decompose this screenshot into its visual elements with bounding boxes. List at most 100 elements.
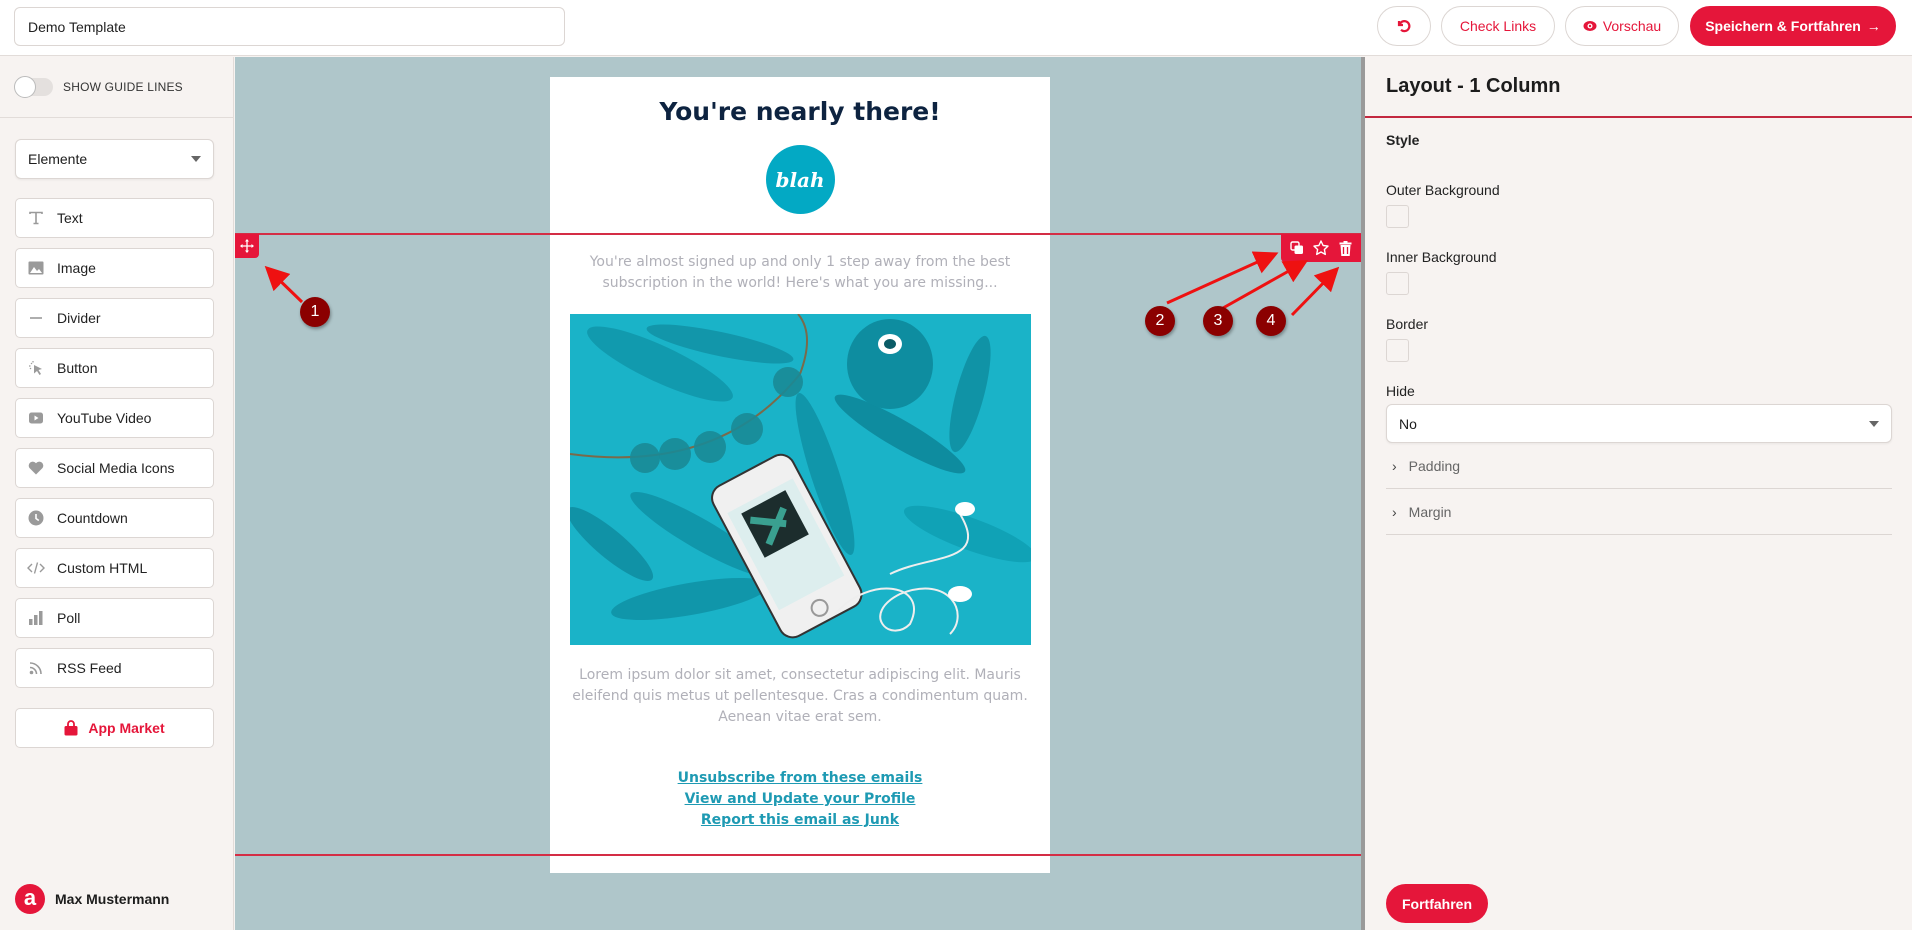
element-list: Text Image Divider Button YouTube Video … [15,198,214,698]
guide-lines-label: SHOW GUIDE LINES [63,80,183,94]
email-heading[interactable]: You're nearly there! [550,97,1050,126]
report-junk-link[interactable]: Report this email as Junk [550,810,1050,831]
user-profile[interactable]: a Max Mustermann [15,884,169,914]
border-swatch[interactable] [1386,339,1409,362]
pointer-click-icon [27,359,45,377]
guide-lines-row: SHOW GUIDE LINES [0,57,233,118]
save-continue-button[interactable]: Speichern & Fortfahren → [1690,6,1896,46]
element-youtube-video[interactable]: YouTube Video [15,398,214,438]
duplicate-button[interactable] [1287,238,1307,258]
update-profile-link[interactable]: View and Update your Profile [550,789,1050,810]
phone-feathers-photo [569,314,1031,645]
hide-select-value: No [1399,415,1417,432]
element-label: Custom HTML [57,560,148,576]
padding-label: Padding [1408,457,1461,474]
padding-accordion[interactable]: › Padding [1386,443,1892,489]
chevron-down-icon [1869,420,1879,427]
video-icon [27,409,45,427]
chevron-right-icon: › [1392,457,1397,474]
element-divider[interactable]: Divider [15,298,214,338]
border-label: Border [1386,316,1429,332]
move-icon [240,239,254,253]
favorite-button[interactable] [1311,238,1331,258]
save-label: Speichern & Fortfahren [1705,18,1861,34]
toggle-knob [14,76,36,98]
element-custom-html[interactable]: Custom HTML [15,548,214,588]
element-image[interactable]: Image [15,248,214,288]
email-preview: You're nearly there! blah You're almost … [550,77,1050,873]
top-bar: Check Links Vorschau Speichern & Fortfah… [0,0,1912,56]
bar-chart-icon [27,609,45,627]
properties-panel: Layout - 1 Column Style Outer Background… [1365,57,1912,930]
element-text[interactable]: Text [15,198,214,238]
element-label: RSS Feed [57,660,122,676]
image-icon [27,259,45,277]
arrow-2 [1166,251,1279,305]
email-intro-text[interactable]: You're almost signed up and only 1 step … [580,252,1020,294]
clock-icon [27,509,45,527]
move-handle[interactable] [235,234,259,258]
outer-background-label: Outer Background [1386,182,1500,198]
panel-title: Layout - 1 Column [1365,57,1912,118]
element-button[interactable]: Button [15,348,214,388]
margin-label: Margin [1408,503,1452,520]
duplicate-icon [1290,241,1303,254]
block-actions-toolbar [1281,234,1361,262]
selection-bottom-border [235,854,1361,856]
outer-background-swatch[interactable] [1386,205,1409,228]
heart-icon [27,459,45,477]
preview-button[interactable]: Vorschau [1565,6,1679,46]
shopping-bag-icon [64,720,78,736]
rss-icon [27,659,45,677]
element-label: Social Media Icons [57,460,175,476]
inner-background-swatch[interactable] [1386,272,1409,295]
category-select-value: Elemente [28,151,88,167]
preview-label: Vorschau [1602,18,1662,34]
elements-sidebar: SHOW GUIDE LINES Elemente Text Image Div… [0,57,234,930]
footer-links: Unsubscribe from these emails View and U… [550,768,1050,831]
element-countdown[interactable]: Countdown [15,498,214,538]
category-select[interactable]: Elemente [15,139,214,179]
user-name: Max Mustermann [55,891,170,907]
element-poll[interactable]: Poll [15,598,214,638]
email-canvas[interactable]: You're nearly there! blah You're almost … [235,57,1361,930]
delete-button[interactable] [1335,238,1355,258]
element-label: YouTube Video [57,410,152,426]
arrow-1 [264,265,304,304]
element-label: Text [57,210,83,226]
element-rss-feed[interactable]: RSS Feed [15,648,214,688]
email-body-text[interactable]: Lorem ipsum dolor sit amet, consectetur … [568,665,1032,728]
hide-select[interactable]: No [1386,404,1892,443]
arrow-right-icon: → [1866,18,1881,34]
app-market-button[interactable]: App Market [15,708,214,748]
hide-label: Hide [1386,383,1415,399]
trash-icon [1339,240,1351,256]
element-label: Button [57,360,98,376]
chevron-down-icon [191,156,201,162]
app-market-label: App Market [88,720,165,736]
margin-accordion[interactable]: › Margin [1386,489,1892,535]
element-label: Countdown [57,510,128,526]
check-links-button[interactable]: Check Links [1441,6,1555,46]
annotation-badge-4: 4 [1256,306,1286,336]
element-social-media-icons[interactable]: Social Media Icons [15,448,214,488]
annotation-badge-3: 3 [1203,306,1233,336]
annotation-badge-2: 2 [1145,306,1175,336]
selection-top-border [235,233,1361,235]
unsubscribe-link[interactable]: Unsubscribe from these emails [550,768,1050,789]
text-icon [27,209,45,227]
undo-button[interactable] [1377,6,1431,46]
annotation-badge-1: 1 [300,297,330,327]
template-name-input[interactable] [14,7,565,46]
email-hero-image[interactable] [569,314,1031,645]
element-label: Divider [57,310,101,326]
brand-logo-icon: a [15,884,45,914]
guide-lines-toggle[interactable] [14,76,53,98]
undo-icon [1397,20,1411,33]
chevron-right-icon: › [1392,503,1397,520]
email-logo[interactable]: blah [765,145,835,214]
star-icon [1313,240,1329,256]
continue-button[interactable]: Fortfahren [1386,884,1488,923]
element-label: Poll [57,610,81,626]
divider-icon [27,309,45,327]
